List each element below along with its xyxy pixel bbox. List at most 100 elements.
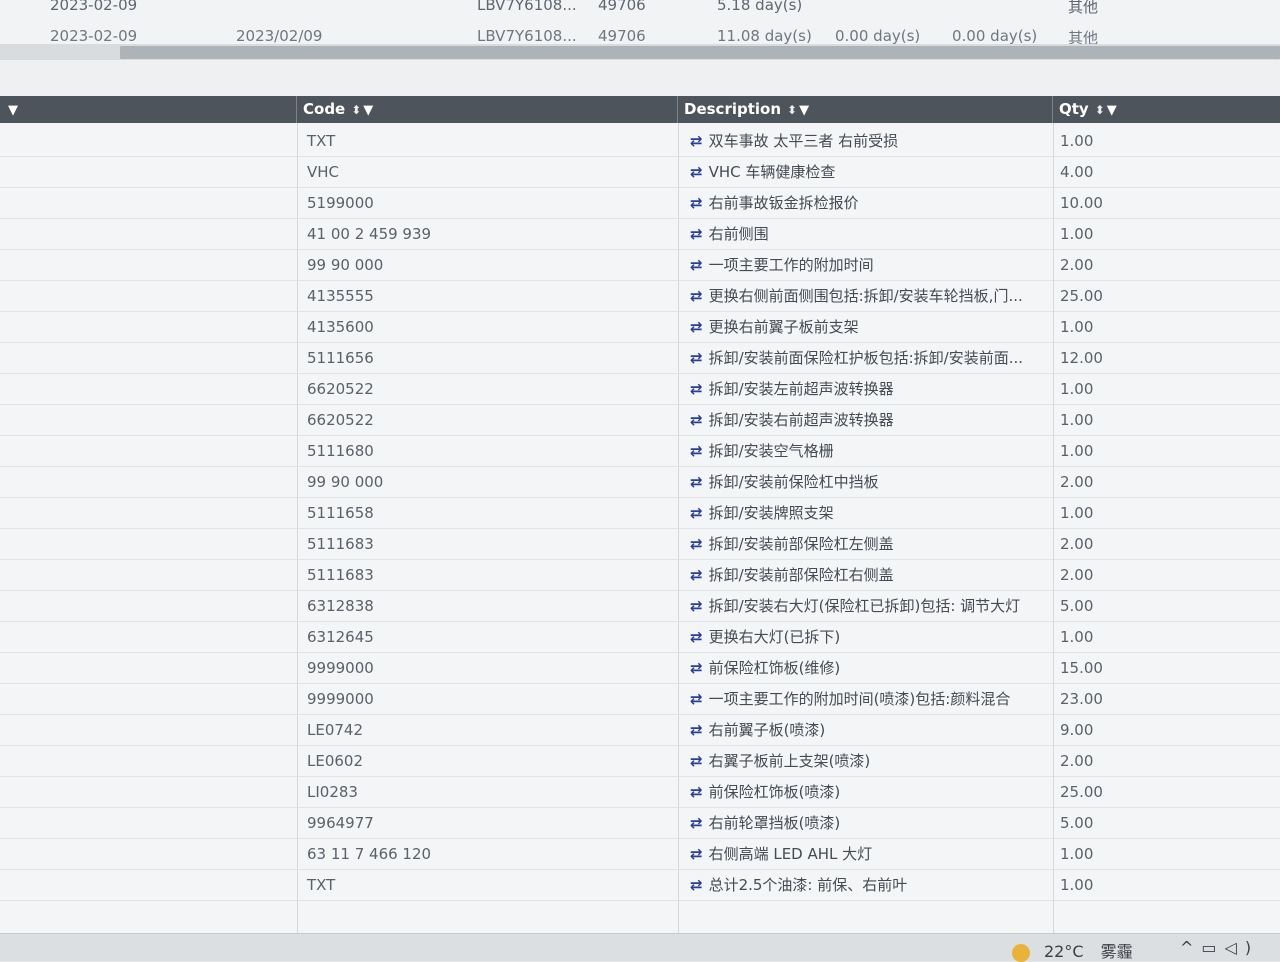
weather-widget[interactable]: 22°C 雾霾 (1012, 938, 1133, 962)
swap-icon[interactable]: ⇄ (690, 132, 703, 150)
swap-icon[interactable]: ⇄ (690, 690, 703, 708)
table-row[interactable]: 5199000 ⇄ 右前事故钣金拆检报价 10.00 (0, 188, 1280, 219)
table-row[interactable]: 63 11 7 466 120 ⇄ 右侧高端 LED AHL 大灯 1.00 (0, 839, 1280, 870)
top-cell-number: 49706 (598, 0, 646, 14)
cell-description: ⇄ 更换右前翼子板前支架 (690, 318, 859, 336)
table-row[interactable]: LI0283 ⇄ 前保险杠饰板(喷漆) 25.00 (0, 777, 1280, 808)
table-row[interactable]: 41 00 2 459 939 ⇄ 右前侧围 1.00 (0, 219, 1280, 250)
table-row[interactable]: LE0742 ⇄ 右前翼子板(喷漆) 9.00 (0, 715, 1280, 746)
cell-description: ⇄ 前保险杠饰板(维修) (690, 659, 841, 677)
cell-description: ⇄ 拆卸/安装前面保险杠护板包括:拆卸/安装前面... (690, 349, 1024, 367)
table-row[interactable]: 99 90 000 ⇄ 一项主要工作的附加时间 2.00 (0, 250, 1280, 281)
swap-icon[interactable]: ⇄ (690, 194, 703, 212)
cell-description: ⇄ 拆卸/安装前保险杠中挡板 (690, 473, 879, 491)
swap-icon[interactable]: ⇄ (690, 845, 703, 863)
sort-icon[interactable]: ⬍ (1095, 103, 1105, 117)
cell-description: ⇄ VHC 车辆健康检查 (690, 163, 836, 181)
cell-code: 5111683 (307, 535, 374, 553)
filter-icon[interactable]: ▼ (1107, 103, 1117, 118)
cell-description: ⇄ 拆卸/安装右大灯(保险杠已拆卸)包括: 调节大灯 (690, 597, 1021, 615)
cell-description: ⇄ 更换右侧前面侧围包括:拆卸/安装车轮挡板,门... (690, 287, 1023, 305)
cell-code: 6312645 (307, 628, 374, 646)
swap-icon[interactable]: ⇄ (690, 473, 703, 491)
cell-qty: 10.00 (1060, 194, 1103, 212)
swap-icon[interactable]: ⇄ (690, 752, 703, 770)
table-row[interactable]: 5111656 ⇄ 拆卸/安装前面保险杠护板包括:拆卸/安装前面... 12.00 (0, 343, 1280, 374)
cell-code: 4135555 (307, 287, 374, 305)
filter-icon[interactable]: ▼ (8, 103, 18, 118)
cell-qty: 1.00 (1060, 225, 1094, 243)
swap-icon[interactable]: ⇄ (690, 876, 703, 894)
swap-icon[interactable]: ⇄ (690, 504, 703, 522)
swap-icon[interactable]: ⇄ (690, 380, 703, 398)
table-row[interactable]: TXT ⇄ 双车事故 太平三者 右前受损 1.00 (0, 126, 1280, 157)
scrollbar-thumb[interactable] (120, 46, 1280, 59)
swap-icon[interactable]: ⇄ (690, 163, 703, 181)
cell-description: ⇄ 更换右大灯(已拆下) (690, 628, 841, 646)
sort-icon[interactable]: ⬍ (787, 103, 797, 117)
cell-code: VHC (307, 163, 340, 181)
swap-icon[interactable]: ⇄ (690, 814, 703, 832)
swap-icon[interactable]: ⇄ (690, 411, 703, 429)
table-row[interactable]: 99 90 000 ⇄ 拆卸/安装前保险杠中挡板 2.00 (0, 467, 1280, 498)
top-grid-row[interactable]: 2023-02-09 LBV7Y6108... 49706 5.18 day(s… (0, 0, 1280, 18)
chevron-up-icon[interactable]: ^ (1180, 938, 1201, 957)
volume-icon[interactable]: ◁) (1225, 938, 1260, 957)
table-row[interactable]: 5111680 ⇄ 拆卸/安装空气格栅 1.00 (0, 436, 1280, 467)
swap-icon[interactable]: ⇄ (690, 628, 703, 646)
table-row[interactable]: TXT ⇄ 总计2.5个油漆: 前保、右前叶 1.00 (0, 870, 1280, 901)
filter-icon[interactable]: ▼ (363, 103, 373, 118)
top-cell-number: 49706 (598, 27, 646, 45)
cell-qty: 25.00 (1060, 783, 1103, 801)
table-row[interactable]: 6620522 ⇄ 拆卸/安装右前超声波转换器 1.00 (0, 405, 1280, 436)
top-cell-type: 其他 (1068, 29, 1099, 45)
swap-icon[interactable]: ⇄ (690, 256, 703, 274)
cell-qty: 23.00 (1060, 690, 1103, 708)
table-row[interactable]: 4135600 ⇄ 更换右前翼子板前支架 1.00 (0, 312, 1280, 343)
table-row[interactable]: 6312838 ⇄ 拆卸/安装右大灯(保险杠已拆卸)包括: 调节大灯 5.00 (0, 591, 1280, 622)
swap-icon[interactable]: ⇄ (690, 659, 703, 677)
column-header-label: Description (684, 100, 782, 118)
table-row[interactable]: 5111658 ⇄ 拆卸/安装牌照支架 1.00 (0, 498, 1280, 529)
cell-qty: 1.00 (1060, 442, 1094, 460)
table-row[interactable]: 6312645 ⇄ 更换右大灯(已拆下) 1.00 (0, 622, 1280, 653)
top-grid: 2023-02-09 LBV7Y6108... 49706 5.18 day(s… (0, 0, 1280, 45)
swap-icon[interactable]: ⇄ (690, 721, 703, 739)
swap-icon[interactable]: ⇄ (690, 349, 703, 367)
swap-icon[interactable]: ⇄ (690, 318, 703, 336)
table-row[interactable]: 5111683 ⇄ 拆卸/安装前部保险杠左侧盖 2.00 (0, 529, 1280, 560)
column-header-label: Qty (1059, 100, 1089, 118)
swap-icon[interactable]: ⇄ (690, 783, 703, 801)
table-row[interactable]: 5111683 ⇄ 拆卸/安装前部保险杠右侧盖 2.00 (0, 560, 1280, 591)
table-row[interactable]: LE0602 ⇄ 右翼子板前上支架(喷漆) 2.00 (0, 746, 1280, 777)
table-row[interactable]: 9999000 ⇄ 前保险杠饰板(维修) 15.00 (0, 653, 1280, 684)
swap-icon[interactable]: ⇄ (690, 225, 703, 243)
swap-icon[interactable]: ⇄ (690, 597, 703, 615)
table-row[interactable]: VHC ⇄ VHC 车辆健康检查 4.00 (0, 157, 1280, 188)
column-header-first[interactable]: ▼ (0, 96, 297, 123)
table-row[interactable]: 4135555 ⇄ 更换右侧前面侧围包括:拆卸/安装车轮挡板,门... 25.00 (0, 281, 1280, 312)
swap-icon[interactable]: ⇄ (690, 442, 703, 460)
column-divider (678, 123, 679, 933)
filter-icon[interactable]: ▼ (799, 103, 809, 118)
cell-description: ⇄ 拆卸/安装左前超声波转换器 (690, 380, 894, 398)
cell-qty: 12.00 (1060, 349, 1103, 367)
table-row[interactable]: 9964977 ⇄ 右前轮罩挡板(喷漆) 5.00 (0, 808, 1280, 839)
panel-gap (0, 60, 1280, 96)
cell-code: 5111680 (307, 442, 374, 460)
column-header-qty[interactable]: Qty ⬍ ▼ (1053, 96, 1280, 123)
cell-qty: 5.00 (1060, 814, 1094, 832)
cell-qty: 4.00 (1060, 163, 1094, 181)
swap-icon[interactable]: ⇄ (690, 566, 703, 584)
swap-icon[interactable]: ⇄ (690, 287, 703, 305)
column-header-code[interactable]: Code ⬍ ▼ (297, 96, 678, 123)
swap-icon[interactable]: ⇄ (690, 535, 703, 553)
column-header-description[interactable]: Description ⬍ ▼ (678, 96, 1053, 123)
network-icon[interactable]: ▭ (1201, 938, 1224, 957)
column-header-label: Code (303, 100, 346, 118)
table-row[interactable]: 9999000 ⇄ 一项主要工作的附加时间(喷漆)包括:颜料混合 23.00 (0, 684, 1280, 715)
sort-icon[interactable]: ⬍ (351, 103, 361, 117)
cell-code: 41 00 2 459 939 (307, 225, 432, 243)
top-grid-row[interactable]: 2023-02-09 2023/02/09 LBV7Y6108... 49706… (0, 27, 1280, 45)
table-row[interactable]: 6620522 ⇄ 拆卸/安装左前超声波转换器 1.00 (0, 374, 1280, 405)
